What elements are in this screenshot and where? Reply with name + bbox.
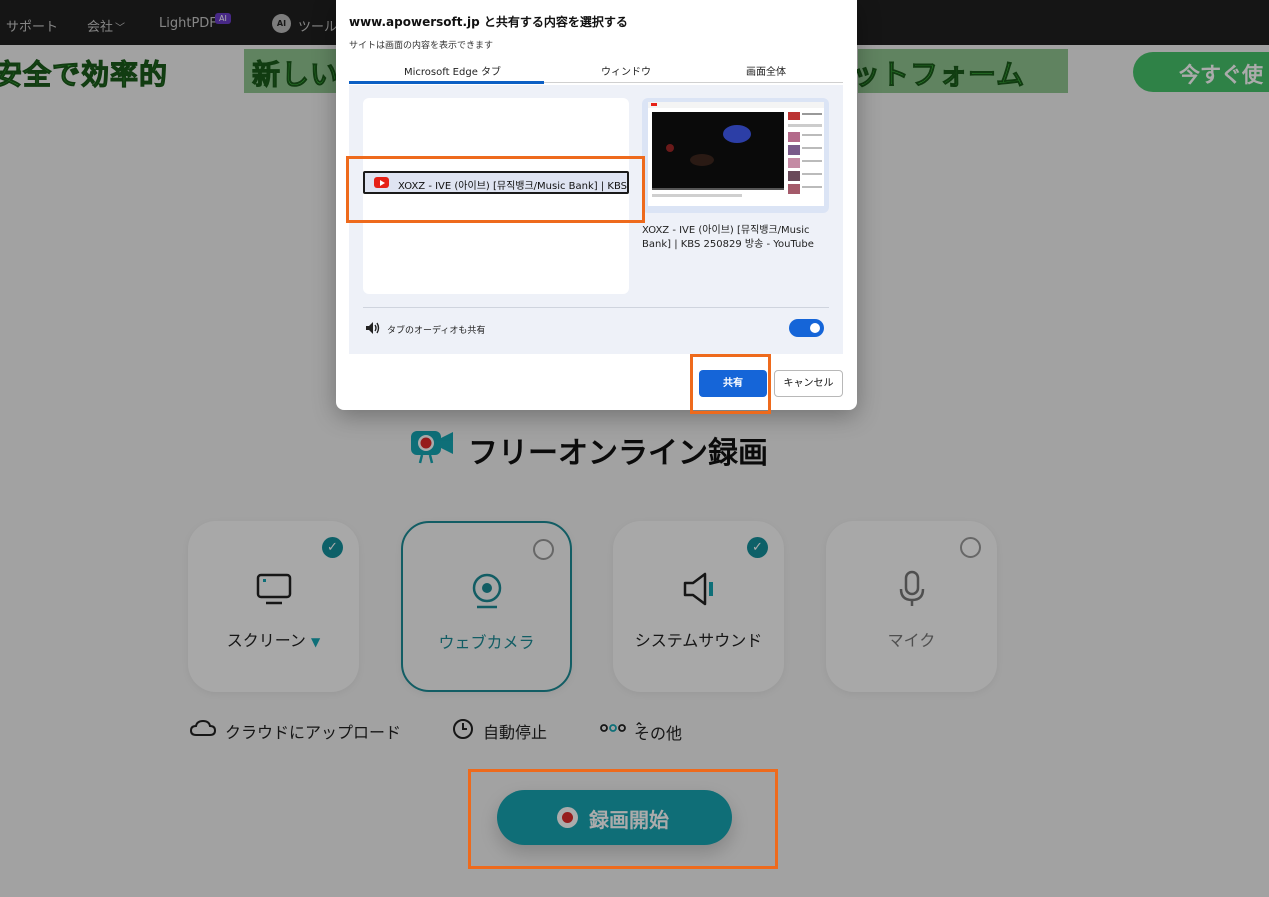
highlight-share-button	[690, 354, 771, 414]
highlight-tab-item	[346, 156, 645, 223]
preview-title: XOXZ - IVE (아이브) [뮤직뱅크/Music Bank] | KBS…	[642, 225, 814, 250]
tab-window[interactable]: ウィンドウ	[601, 63, 651, 78]
volume-icon	[366, 322, 380, 334]
cancel-button[interactable]: キャンセル	[774, 370, 843, 397]
dialog-title: www.apowersoft.jp と共有する内容を選択する	[349, 15, 628, 29]
share-audio-toggle[interactable]	[789, 319, 824, 337]
tab-entire-screen[interactable]: 画面全体	[746, 63, 786, 78]
tab-preview[interactable]	[642, 98, 829, 213]
share-audio-label: タブのオーディオも共有	[387, 326, 486, 336]
tab-active-indicator	[349, 81, 544, 84]
tab-edge-tabs[interactable]: Microsoft Edge タブ	[404, 63, 501, 78]
highlight-record-button	[468, 769, 778, 869]
panel-divider	[363, 307, 829, 308]
preview-thumbnail	[648, 102, 824, 206]
dialog-subtitle: サイトは画面の内容を表示できます	[349, 41, 494, 51]
